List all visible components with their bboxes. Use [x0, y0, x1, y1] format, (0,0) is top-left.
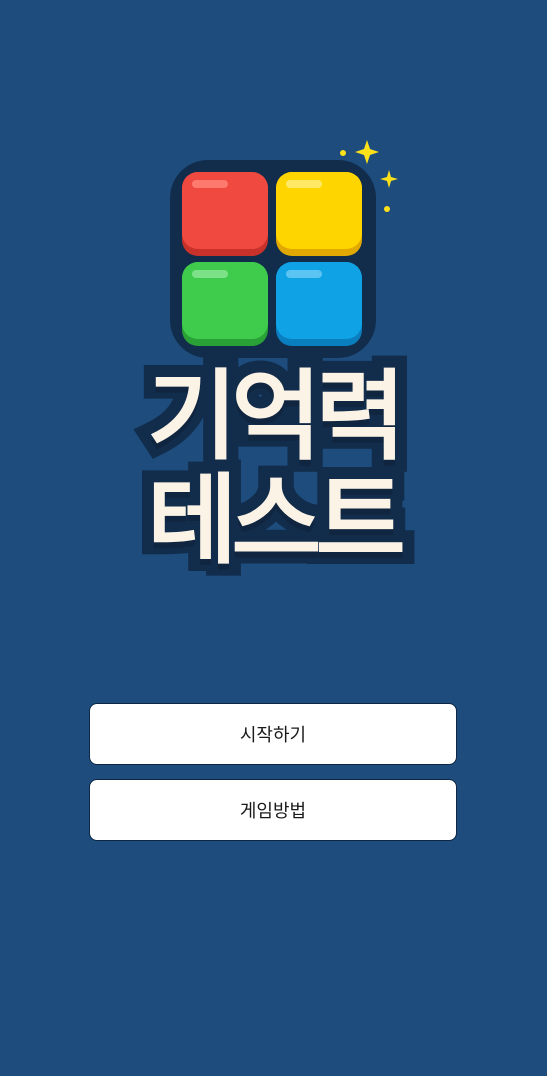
start-screen: 기억력 테스트 시작하기 게임방법 — [0, 0, 547, 1076]
title-line-1: 기억력 — [135, 356, 417, 478]
four-color-tiles-icon — [170, 140, 398, 358]
how-to-play-button[interactable]: 게임방법 — [89, 779, 457, 841]
app-title: 기억력 테스트 — [80, 356, 467, 590]
how-to-play-button-label: 게임방법 — [239, 801, 307, 822]
start-button-label: 시작하기 — [239, 725, 307, 746]
start-button[interactable]: 시작하기 — [89, 703, 457, 765]
title-line-2: 테스트 — [135, 460, 417, 582]
